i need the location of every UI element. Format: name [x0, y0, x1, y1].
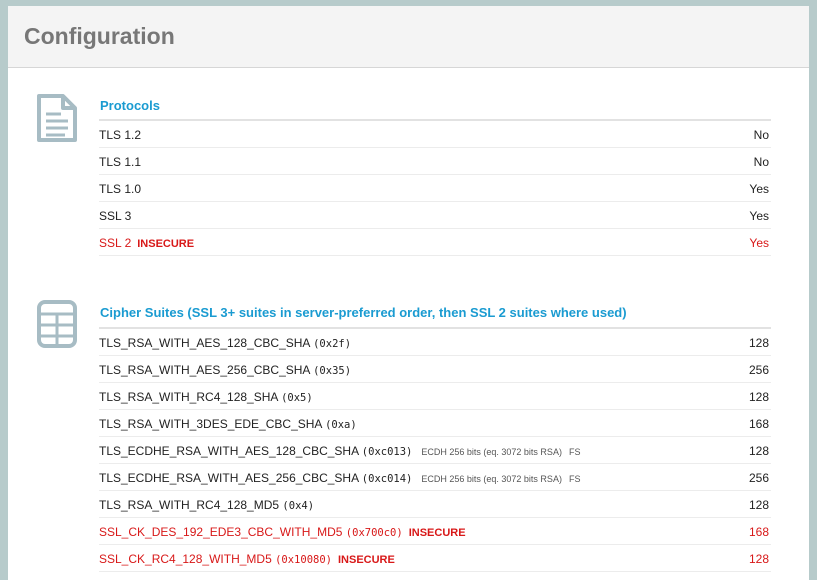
cipher-row: TLS_ECDHE_RSA_WITH_AES_256_CBC_SHA (0xc0…	[99, 464, 771, 491]
insecure-badge: INSECURE	[338, 554, 395, 566]
cipher-bits: 128	[748, 336, 769, 350]
cipher-bits: 128	[748, 444, 769, 458]
cipher-code: (0x700c0)	[345, 527, 403, 539]
cipher-name: TLS_ECDHE_RSA_WITH_AES_256_CBC_SHA (0xc0…	[99, 471, 580, 485]
insecure-badge: INSECURE	[408, 527, 466, 539]
cipher-bits: 168	[748, 525, 769, 539]
cipher-name: TLS_RSA_WITH_AES_256_CBC_SHA (0x35)	[99, 363, 351, 377]
protocol-row: TLS 1.1 No	[99, 148, 771, 175]
cipher-code: (0xc014)	[361, 473, 413, 485]
cipher-name-text: TLS_RSA_WITH_RC4_128_SHA	[99, 390, 278, 404]
cipher-name: TLS_RSA_WITH_AES_128_CBC_SHA (0x2f)	[99, 336, 351, 350]
cipher-name-text: TLS_ECDHE_RSA_WITH_AES_128_CBC_SHA	[99, 444, 359, 458]
cipher-name-text: TLS_RSA_WITH_AES_256_CBC_SHA	[99, 363, 310, 377]
protocol-name: SSL 3	[99, 209, 132, 223]
cipher-code: (0x4)	[282, 500, 315, 512]
protocol-name: TLS 1.1	[99, 155, 142, 169]
cipher-row: TLS_ECDHE_RSA_WITH_AES_128_CBC_SHA (0xc0…	[99, 437, 771, 464]
forward-secrecy-badge: FS	[568, 447, 581, 457]
cipher-name-text: TLS_RSA_WITH_3DES_EDE_CBC_SHA	[99, 417, 322, 431]
protocol-name-text: SSL 2	[99, 236, 132, 250]
cipher-name: TLS_ECDHE_RSA_WITH_AES_128_CBC_SHA (0xc0…	[99, 444, 580, 458]
protocol-row: SSL 3 Yes	[99, 202, 771, 229]
protocol-name: TLS 1.2	[99, 128, 142, 142]
cipher-name: TLS_RSA_WITH_3DES_EDE_CBC_SHA (0xa)	[99, 417, 357, 431]
protocol-value: No	[753, 128, 769, 142]
cipher-row: SSL_CK_RC4_128_WITH_MD5 (0x10080) INSECUR…	[99, 545, 771, 572]
protocol-row: SSL 2 INSECURE Yes	[99, 229, 771, 256]
cipher-code: (0xa)	[325, 419, 357, 431]
cipher-code: (0x2f)	[313, 338, 352, 350]
cipher-row: TLS_RSA_WITH_AES_128_CBC_SHA (0x2f) 128	[99, 329, 771, 356]
page-title: Configuration	[24, 23, 175, 49]
protocol-value: Yes	[749, 236, 769, 250]
key-exchange-note: ECDH 256 bits (eq. 3072 bits RSA)	[421, 447, 562, 457]
page-frame: Configuration Protocols TLS 1.2 No TLS 1…	[0, 0, 817, 580]
cipher-name-text: TLS_RSA_WITH_RC4_128_MD5	[99, 498, 280, 512]
cipher-suites-title: Cipher Suites (SSL 3+ suites in server-p…	[100, 305, 627, 320]
cipher-bits: 168	[748, 417, 769, 431]
cipher-name-text: SSL_CK_RC4_128_WITH_MD5	[99, 552, 272, 566]
protocol-value: Yes	[749, 182, 769, 196]
protocol-value: Yes	[749, 209, 769, 223]
cipher-bits: 128	[748, 552, 769, 566]
protocol-row: TLS 1.0 Yes	[99, 175, 771, 202]
cipher-name-text: SSL_CK_DES_192_EDE3_CBC_WITH_MD5	[99, 525, 343, 539]
cipher-bits: 128	[748, 498, 769, 512]
protocols-table: TLS 1.2 No TLS 1.1 No TLS 1.0 Yes SSL 3 …	[99, 119, 771, 256]
cipher-code: (0x35)	[313, 365, 352, 377]
table-icon	[37, 300, 77, 348]
insecure-badge: INSECURE	[137, 238, 195, 250]
cipher-name: SSL_CK_DES_192_EDE3_CBC_WITH_MD5 (0x700c…	[99, 525, 466, 539]
cipher-row: SSL_CK_DES_192_EDE3_CBC_WITH_MD5 (0x700c…	[99, 518, 771, 545]
protocol-name: SSL 2 INSECURE	[99, 236, 194, 250]
cipher-row: TLS_RSA_WITH_RC4_128_SHA (0x5) 128	[99, 383, 771, 410]
cipher-name: TLS_RSA_WITH_RC4_128_MD5 (0x4)	[99, 498, 314, 512]
cipher-name: SSL_CK_RC4_128_WITH_MD5 (0x10080) INSECUR…	[99, 552, 395, 566]
cipher-name-text: TLS_RSA_WITH_AES_128_CBC_SHA	[99, 336, 310, 350]
cipher-row: TLS_RSA_WITH_RC4_128_MD5 (0x4) 128	[99, 491, 771, 518]
cipher-name: TLS_RSA_WITH_RC4_128_SHA (0x5)	[99, 390, 313, 404]
cipher-bits: 256	[748, 363, 769, 377]
protocol-value: No	[753, 155, 769, 169]
page-header: Configuration	[8, 6, 809, 68]
cipher-code: (0xc013)	[361, 446, 413, 458]
protocol-name: TLS 1.0	[99, 182, 142, 196]
cipher-row: TLS_RSA_WITH_3DES_EDE_CBC_SHA (0xa) 168	[99, 410, 771, 437]
cipher-row: TLS_RSA_WITH_AES_256_CBC_SHA (0x35) 256	[99, 356, 771, 383]
key-exchange-note: ECDH 256 bits (eq. 3072 bits RSA)	[421, 474, 562, 484]
cipher-suites-table: TLS_RSA_WITH_AES_128_CBC_SHA (0x2f) 128 …	[99, 327, 771, 572]
forward-secrecy-badge: FS	[568, 474, 581, 484]
protocols-title: Protocols	[100, 98, 160, 113]
protocol-row: TLS 1.2 No	[99, 121, 771, 148]
cipher-code: (0x10080)	[275, 554, 332, 566]
cipher-code: (0x5)	[281, 392, 313, 404]
cipher-bits: 128	[748, 390, 769, 404]
cipher-bits: 256	[748, 471, 769, 485]
cipher-name-text: TLS_ECDHE_RSA_WITH_AES_256_CBC_SHA	[99, 471, 359, 485]
document-icon	[37, 94, 77, 142]
